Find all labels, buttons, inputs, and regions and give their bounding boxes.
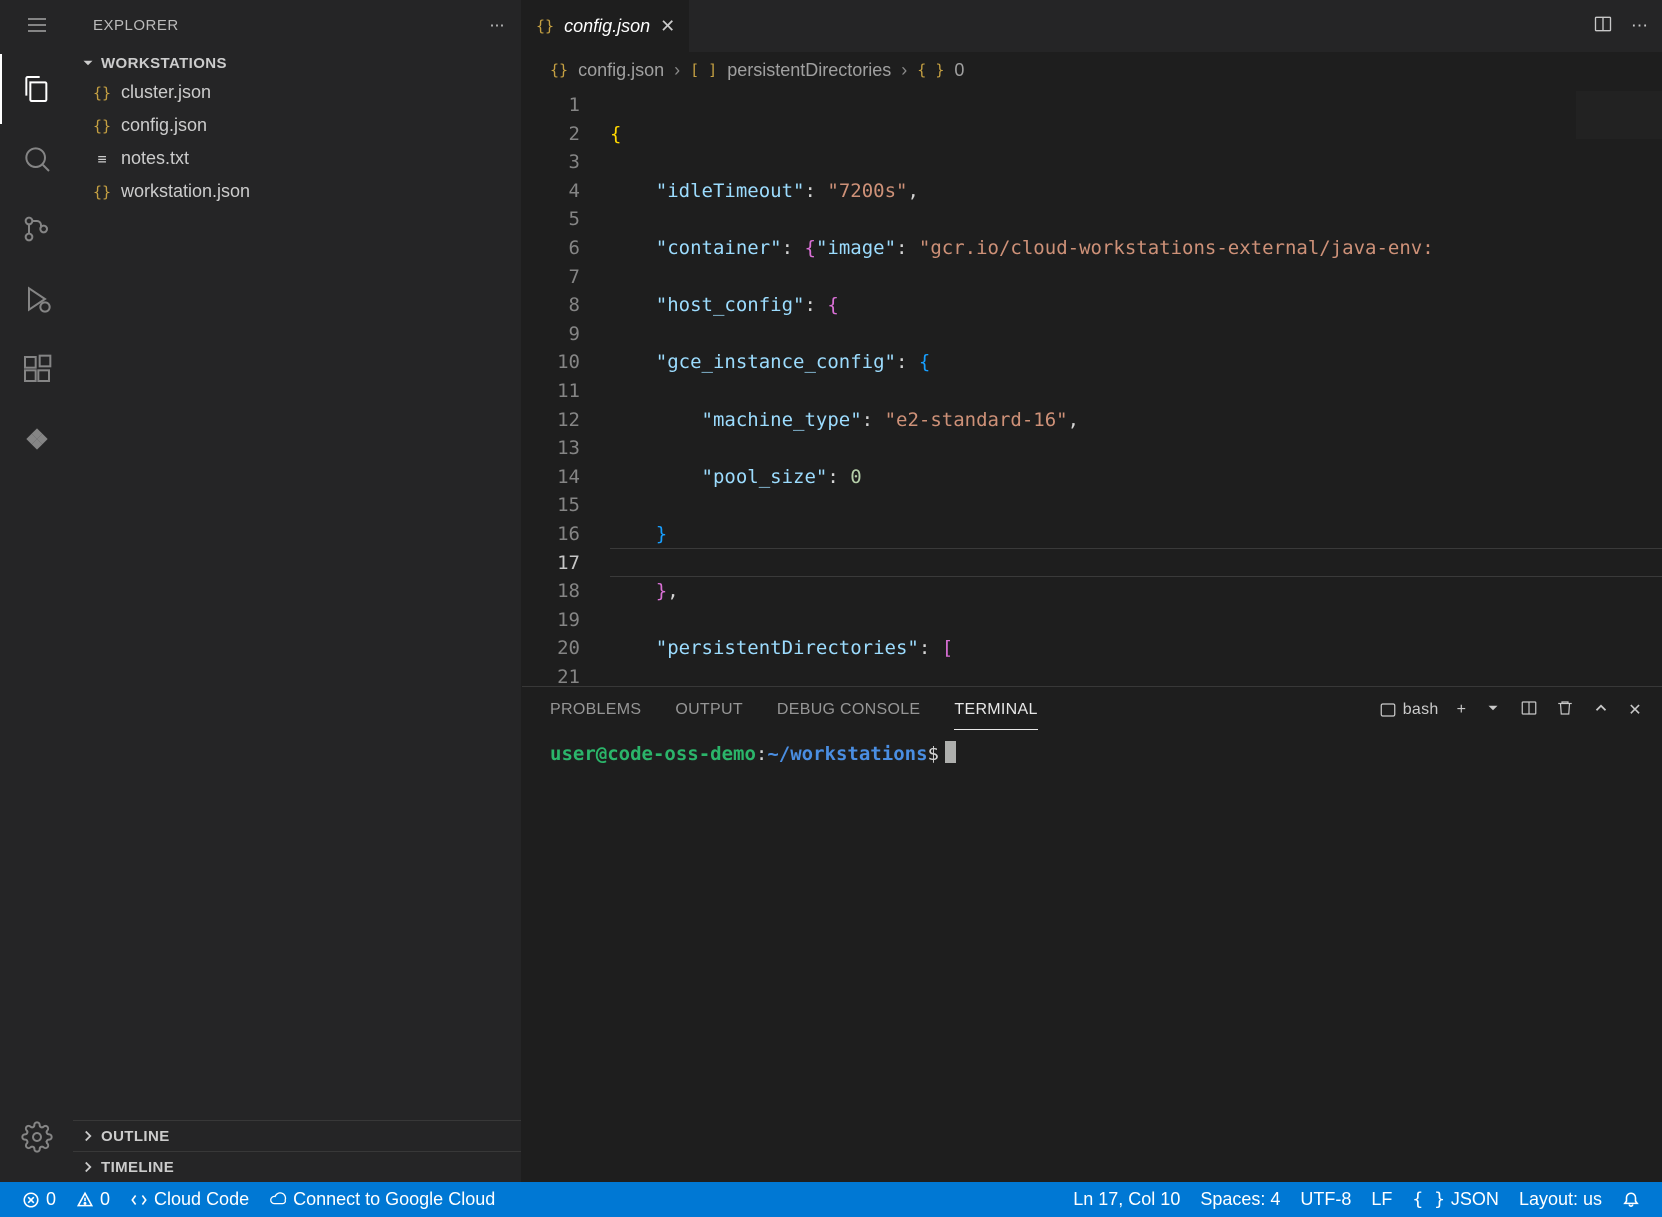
- chevron-right-icon: [79, 1158, 97, 1176]
- source-control-activity-icon[interactable]: [0, 194, 73, 264]
- status-indentation[interactable]: Spaces: 4: [1194, 1189, 1286, 1210]
- editor-tabs-bar: {} config.json ✕ ⋯: [522, 0, 1662, 52]
- extensions-activity-icon[interactable]: [0, 334, 73, 404]
- panel-tab-output[interactable]: OUTPUT: [675, 691, 743, 729]
- maximize-panel-icon[interactable]: [1592, 699, 1610, 722]
- array-icon: [ ]: [690, 61, 717, 79]
- tab-config-json[interactable]: {} config.json ✕: [522, 0, 690, 52]
- status-notifications-icon[interactable]: [1616, 1191, 1646, 1209]
- code-editor[interactable]: 123456789101112131415161718192021 { "idl…: [522, 88, 1662, 686]
- json-file-icon: {}: [91, 84, 113, 102]
- search-activity-icon[interactable]: [0, 124, 73, 194]
- bell-icon: [1622, 1191, 1640, 1209]
- status-language-mode[interactable]: { } JSON: [1406, 1189, 1505, 1210]
- panel-tab-problems[interactable]: PROBLEMS: [550, 691, 641, 729]
- status-errors[interactable]: 0: [16, 1189, 62, 1210]
- file-item-cluster-json[interactable]: {} cluster.json: [73, 76, 521, 109]
- json-file-icon: {}: [536, 17, 554, 35]
- file-item-config-json[interactable]: {} config.json: [73, 109, 521, 142]
- cloud-icon: [269, 1191, 287, 1209]
- split-editor-icon[interactable]: [1593, 14, 1613, 39]
- chevron-down-icon: [79, 54, 97, 72]
- code-content[interactable]: { "idleTimeout": "7200s", "container": {…: [610, 91, 1662, 686]
- terminal-prompt-symbol: $: [928, 743, 939, 765]
- text-file-icon: ≡: [91, 150, 113, 168]
- chevron-right-icon: ›: [674, 60, 680, 81]
- json-file-icon: {}: [91, 183, 113, 201]
- panel-tab-debug-console[interactable]: DEBUG CONSOLE: [777, 691, 921, 729]
- file-item-notes-txt[interactable]: ≡ notes.txt: [73, 142, 521, 175]
- json-file-icon: {}: [550, 61, 568, 79]
- code-icon: [130, 1191, 148, 1209]
- editor-area: {} config.json ✕ ⋯ {} config.json › [ ] …: [522, 0, 1662, 1182]
- status-connect-cloud[interactable]: Connect to Google Cloud: [263, 1189, 501, 1210]
- terminal-shell-selector[interactable]: bash: [1379, 701, 1439, 719]
- timeline-label: TIMELINE: [101, 1159, 174, 1176]
- terminal-user-host: user@code-oss-demo: [550, 743, 756, 765]
- panel-tabs: PROBLEMS OUTPUT DEBUG CONSOLE TERMINAL b…: [522, 687, 1662, 733]
- sidebar-title: EXPLORER: [93, 17, 179, 34]
- minimap[interactable]: [1576, 91, 1662, 139]
- status-bar: 0 0 Cloud Code Connect to Google Cloud L…: [0, 1182, 1662, 1217]
- file-label: cluster.json: [121, 82, 211, 103]
- chevron-right-icon: ›: [901, 60, 907, 81]
- split-terminal-icon[interactable]: [1520, 699, 1538, 722]
- outline-section[interactable]: OUTLINE: [73, 1120, 521, 1151]
- explorer-sidebar: EXPLORER ⋯ WORKSTATIONS {} cluster.json …: [73, 0, 522, 1182]
- file-label: config.json: [121, 115, 207, 136]
- sidebar-more-icon[interactable]: ⋯: [490, 16, 506, 34]
- hamburger-menu-icon[interactable]: [0, 4, 73, 46]
- warning-icon: [76, 1191, 94, 1209]
- bottom-panel: PROBLEMS OUTPUT DEBUG CONSOLE TERMINAL b…: [522, 686, 1662, 1182]
- terminal-cursor: [945, 741, 956, 763]
- error-icon: [22, 1191, 40, 1209]
- status-cloud-code[interactable]: Cloud Code: [124, 1189, 255, 1210]
- breadcrumb-path1[interactable]: persistentDirectories: [727, 60, 891, 81]
- status-eol[interactable]: LF: [1365, 1189, 1398, 1210]
- terminal-shell-label: bash: [1403, 701, 1439, 719]
- sidebar-header: EXPLORER ⋯: [73, 0, 521, 50]
- file-label: notes.txt: [121, 148, 189, 169]
- outline-label: OUTLINE: [101, 1128, 170, 1145]
- cloud-code-activity-icon[interactable]: [0, 404, 73, 474]
- tab-label: config.json: [564, 16, 650, 37]
- file-item-workstation-json[interactable]: {} workstation.json: [73, 175, 521, 208]
- breadcrumb-path2[interactable]: 0: [954, 60, 964, 81]
- close-panel-icon[interactable]: ✕: [1628, 700, 1642, 720]
- run-debug-activity-icon[interactable]: [0, 264, 73, 334]
- braces-icon: { }: [1412, 1189, 1445, 1210]
- line-number-gutter: 123456789101112131415161718192021: [522, 91, 610, 686]
- timeline-section[interactable]: TIMELINE: [73, 1151, 521, 1182]
- more-actions-icon[interactable]: ⋯: [1631, 16, 1648, 36]
- close-tab-icon[interactable]: ✕: [660, 16, 675, 37]
- terminal-content[interactable]: user@code-oss-demo:~/workstations$: [522, 733, 1662, 1182]
- settings-gear-icon[interactable]: [0, 1102, 73, 1172]
- panel-tab-terminal[interactable]: TERMINAL: [954, 691, 1037, 730]
- breadcrumb[interactable]: {} config.json › [ ] persistentDirectori…: [522, 52, 1662, 88]
- terminal-cwd: ~/workstations: [767, 743, 927, 765]
- workspace-folder-name: WORKSTATIONS: [101, 55, 227, 72]
- status-cursor-position[interactable]: Ln 17, Col 10: [1067, 1189, 1186, 1210]
- activity-bar: [0, 0, 73, 1182]
- terminal-dropdown-icon[interactable]: [1484, 699, 1502, 722]
- status-keyboard-layout[interactable]: Layout: us: [1513, 1189, 1608, 1210]
- terminal-profile-icon: [1379, 701, 1397, 719]
- kill-terminal-icon[interactable]: [1556, 699, 1574, 722]
- object-icon: { }: [917, 61, 944, 79]
- new-terminal-icon[interactable]: +: [1457, 701, 1467, 719]
- breadcrumb-file[interactable]: config.json: [578, 60, 664, 81]
- status-warnings[interactable]: 0: [70, 1189, 116, 1210]
- file-label: workstation.json: [121, 181, 250, 202]
- chevron-right-icon: [79, 1127, 97, 1145]
- workspace-folder-header[interactable]: WORKSTATIONS: [73, 50, 521, 76]
- explorer-activity-icon[interactable]: [0, 54, 73, 124]
- status-encoding[interactable]: UTF-8: [1294, 1189, 1357, 1210]
- json-file-icon: {}: [91, 117, 113, 135]
